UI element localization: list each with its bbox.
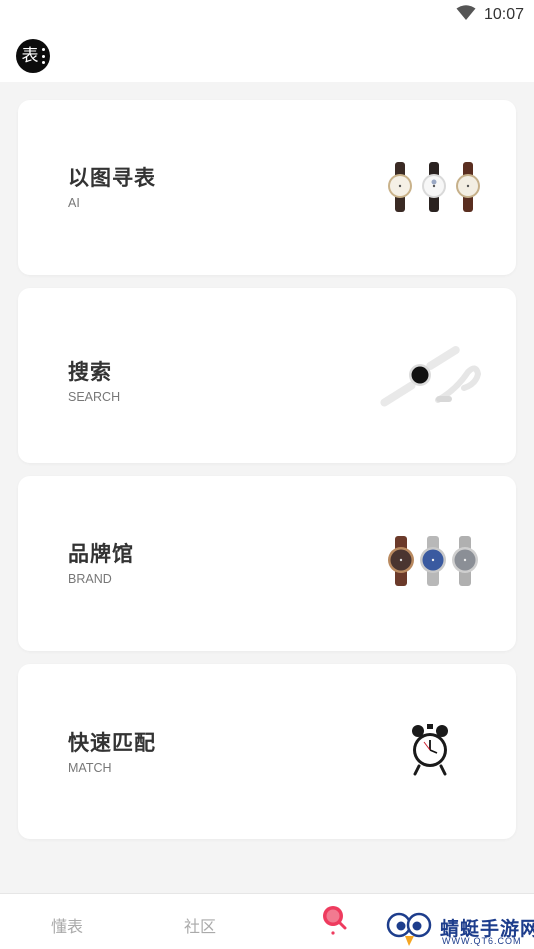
- white-smartwatch-image: [376, 342, 486, 427]
- card-title: 快速匹配: [68, 732, 156, 755]
- three-watches-steel-image: [384, 534, 482, 593]
- tab-center[interactable]: [312, 894, 356, 949]
- tab-label: 社区: [184, 919, 217, 936]
- card-subtitle: AI: [68, 196, 80, 210]
- status-bar: 10:07: [0, 0, 534, 30]
- card-brand[interactable]: 品牌馆 BRAND: [18, 476, 516, 651]
- status-time: 10:07: [483, 6, 524, 23]
- card-subtitle: MATCH: [68, 761, 112, 775]
- watermark-logo: 蜻蜓手游网 WWW.QT6.COM: [386, 902, 534, 949]
- card-match[interactable]: 快速匹配 MATCH: [18, 664, 516, 839]
- watermark-url: WWW.QT6.COM: [442, 936, 522, 946]
- logo-dots: [42, 48, 45, 64]
- card-image-search[interactable]: 以图寻表 AI: [18, 100, 516, 275]
- card-search[interactable]: 搜索 SEARCH: [18, 288, 516, 463]
- card-subtitle: BRAND: [68, 572, 112, 586]
- center-tab-icon: [321, 905, 347, 940]
- logo-text: 表: [21, 46, 39, 66]
- tab-label: 懂表: [51, 919, 84, 936]
- card-title: 以图寻表: [68, 167, 156, 190]
- card-title: 搜索: [68, 361, 112, 384]
- tab-community[interactable]: 社区: [168, 894, 234, 949]
- app-header: 表: [0, 30, 534, 82]
- dragonfly-icon: [386, 908, 436, 949]
- three-watches-leather-image: [386, 160, 482, 219]
- tab-watch[interactable]: 懂表: [34, 894, 100, 949]
- wifi-icon: [456, 4, 476, 26]
- card-subtitle: SEARCH: [68, 390, 121, 404]
- card-title: 品牌馆: [68, 543, 134, 566]
- app-logo[interactable]: 表: [16, 39, 50, 73]
- alarm-clock-image: [410, 722, 450, 781]
